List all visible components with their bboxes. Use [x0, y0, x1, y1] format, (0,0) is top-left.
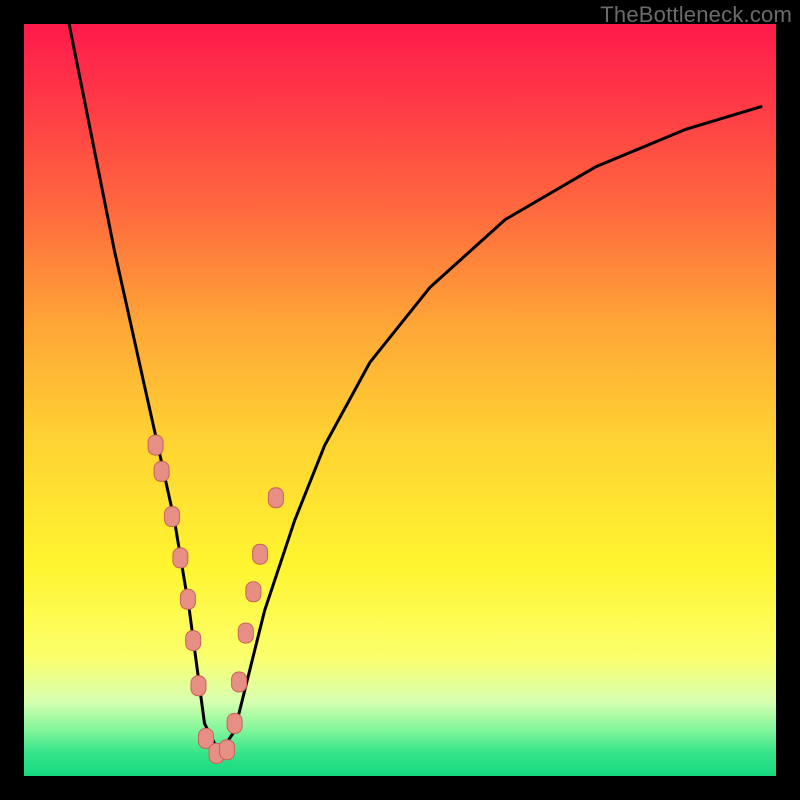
plot-area [24, 24, 776, 776]
data-point [173, 548, 188, 568]
chart-svg [24, 24, 776, 776]
watermark-text: TheBottleneck.com [600, 2, 792, 28]
data-point [227, 713, 242, 733]
data-point [148, 435, 163, 455]
data-point [191, 676, 206, 696]
data-point [232, 672, 247, 692]
data-point [180, 589, 195, 609]
data-point [220, 740, 235, 760]
data-point [246, 582, 261, 602]
data-point [154, 461, 169, 481]
data-point [253, 544, 268, 564]
data-point [268, 488, 283, 508]
data-point [186, 631, 201, 651]
bottleneck-curve [69, 24, 761, 753]
data-point [238, 623, 253, 643]
data-point [165, 507, 180, 527]
